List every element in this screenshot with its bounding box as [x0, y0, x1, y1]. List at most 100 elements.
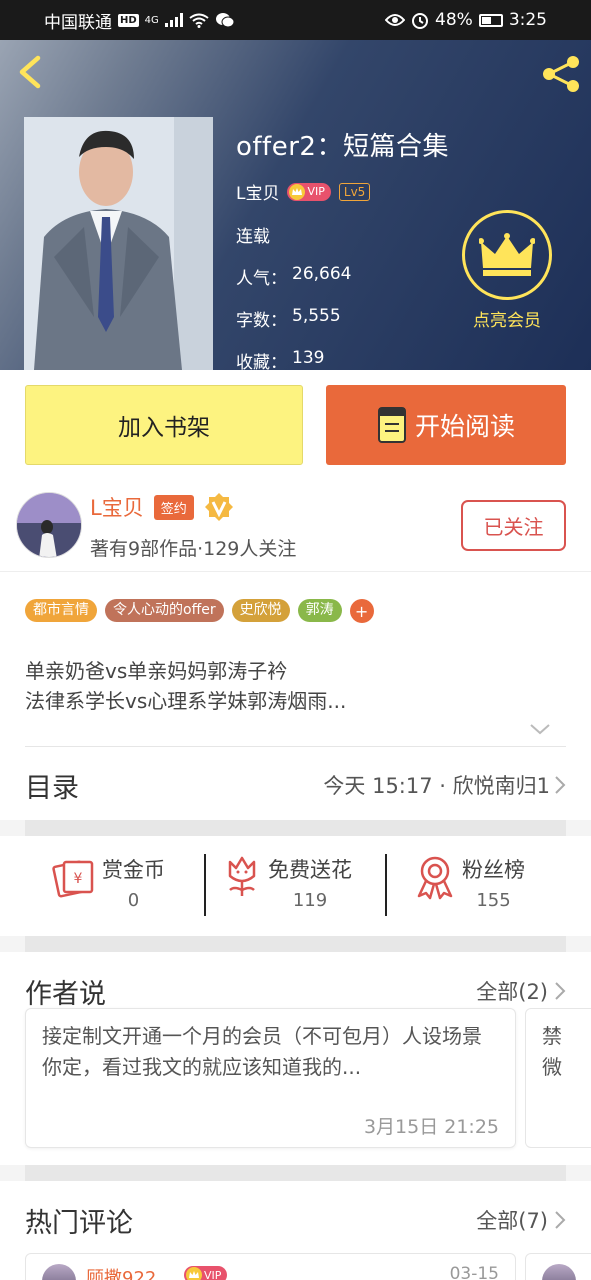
author-name[interactable]: L宝贝: [236, 179, 279, 204]
catalog-row[interactable]: 目录 今天 15:17 · 欣悦南归1: [0, 746, 591, 820]
medal-icon: [417, 856, 453, 900]
author-card-name[interactable]: L宝贝: [90, 492, 144, 522]
tag-chip[interactable]: 令人心动的offer: [105, 599, 224, 622]
chevron-right-icon: [555, 982, 566, 1000]
book-title: offer2：短篇合集: [236, 132, 449, 162]
vip-label: VIP: [204, 1268, 222, 1280]
share-icon[interactable]: [539, 52, 583, 96]
hot-comments-title: 热门评论: [25, 1208, 133, 1239]
tag-list: 都市言情 令人心动的offer 史欣悦 郭涛 +: [25, 599, 374, 623]
divider: [25, 746, 566, 747]
author-card: L宝贝 签约 著有9部作品·129人关注 已关注: [0, 478, 591, 571]
author-says-more[interactable]: 全部(2): [476, 976, 566, 1006]
flower-icon: [228, 856, 256, 896]
commenter-avatar[interactable]: [542, 1264, 576, 1280]
author-note-card[interactable]: 禁 微: [525, 1008, 591, 1148]
signal-icon: [164, 13, 183, 27]
stat-popularity: 人气： 26,664: [236, 264, 449, 289]
gift-label: 赏金币: [102, 858, 165, 882]
member-button[interactable]: 点亮会员: [462, 210, 552, 331]
crown-icon: [289, 183, 306, 200]
gift-value: 0: [127, 890, 140, 911]
network-label: 4G: [144, 14, 159, 26]
stat-label: 人气：: [236, 269, 287, 289]
author-avatar[interactable]: [16, 492, 82, 558]
section-divider: [25, 936, 566, 952]
action-bar: 加入书架 开始阅读: [0, 370, 591, 478]
member-label: 点亮会员: [473, 311, 541, 331]
send-flower-button[interactable]: 免费送花 119: [222, 854, 352, 911]
commenter-name[interactable]: 顾撒922: [86, 1264, 156, 1280]
gift-value: 119: [292, 890, 328, 911]
comment-card[interactable]: 顾撒922 VIP 03-15: [25, 1253, 516, 1280]
add-tag-button[interactable]: +: [349, 599, 374, 623]
verified-icon: [204, 493, 233, 521]
latest-chapter[interactable]: 今天 15:17 · 欣悦南归1: [323, 770, 566, 800]
start-reading-label: 开始阅读: [414, 412, 515, 441]
alarm-icon: [412, 13, 429, 29]
stat-value: 139: [292, 348, 325, 368]
book-intro[interactable]: 单亲奶爸vs单亲妈妈郭涛子衿 法律系学长vs心理系学妹郭涛烟雨...: [25, 656, 346, 716]
stat-label: 收藏：: [236, 353, 287, 370]
book-info: offer2：短篇合集 L宝贝 VIP Lv5 连载 人气： 26,664 字数：…: [236, 126, 449, 370]
tag-chip[interactable]: 史欣悦: [231, 599, 290, 622]
crown-icon: [186, 1267, 202, 1280]
author-says-title: 作者说: [25, 979, 106, 1010]
stat-label: 字数：: [236, 311, 287, 331]
vip-badge: VIP: [287, 182, 331, 201]
carrier-label: 中国联通: [44, 12, 112, 33]
crown-icon: [479, 233, 535, 276]
fan-rank-button[interactable]: 粉丝榜 155: [414, 854, 525, 911]
wechat-icon: [215, 13, 235, 28]
stat-value: 26,664: [292, 264, 352, 284]
author-note-time: 3月15日 21:25: [363, 1116, 499, 1138]
battery-percent: 48%: [435, 10, 473, 30]
signed-badge: 签约: [153, 494, 194, 520]
member-circle: [462, 210, 552, 300]
gift-label: 免费送花: [268, 858, 352, 882]
more-label: 全部(7): [476, 1209, 548, 1233]
gift-value: 155: [476, 890, 511, 911]
stat-wordcount: 字数： 5,555: [236, 306, 449, 331]
commenter-avatar[interactable]: [42, 1264, 76, 1280]
hot-comments-more[interactable]: 全部(7): [476, 1205, 566, 1235]
serial-status: 连载: [236, 227, 270, 247]
author-note-text: 禁 微: [542, 1024, 562, 1079]
comment-card[interactable]: [525, 1253, 591, 1280]
follow-label: 已关注: [483, 515, 544, 539]
gift-label: 粉丝榜: [462, 858, 525, 882]
follow-button[interactable]: 已关注: [461, 500, 566, 551]
tags-intro-section: 都市言情 令人心动的offer 史欣悦 郭涛 + 单亲奶爸vs单亲妈妈郭涛子衿 …: [0, 571, 591, 746]
start-reading-button[interactable]: 开始阅读: [326, 385, 566, 465]
gift-row: ¥ 赏金币 0 免费送花 119 粉丝榜 155: [0, 836, 591, 936]
avatar-image: [17, 493, 81, 557]
status-bar: 中国联通 HD 4G 48% 3:25: [0, 0, 591, 40]
author-says-section: 作者说 全部(2) 接定制文开通一个月的会员（不可包月）人设场景你定，看过我文的…: [0, 952, 591, 1165]
author-row: L宝贝 VIP Lv5: [236, 179, 449, 204]
book-icon: [377, 407, 406, 443]
section-divider: [25, 1165, 566, 1181]
coin-icon: ¥: [52, 860, 94, 898]
chevron-right-icon: [555, 776, 566, 794]
book-cover[interactable]: [24, 117, 213, 370]
hot-comments-section: 热门评论 全部(7) 顾撒922 VIP 03-15: [0, 1181, 591, 1280]
catalog-title: 目录: [25, 773, 79, 804]
battery-icon: [478, 13, 503, 27]
tag-chip[interactable]: 郭涛: [297, 599, 342, 622]
author-name-row: L宝贝 签约: [90, 492, 234, 522]
back-icon[interactable]: [12, 52, 52, 92]
tag-chip[interactable]: 都市言情: [25, 599, 97, 622]
chevron-right-icon: [555, 1211, 566, 1229]
svg-text:¥: ¥: [74, 871, 83, 887]
vip-badge: VIP: [184, 1266, 228, 1280]
divider: [204, 854, 206, 916]
chevron-down-icon[interactable]: [529, 722, 551, 736]
reward-coin-button[interactable]: ¥ 赏金币 0: [52, 854, 165, 911]
vip-label: VIP: [307, 185, 325, 198]
author-note-card[interactable]: 接定制文开通一个月的会员（不可包月）人设场景你定，看过我文的就应该知道我的...…: [25, 1008, 516, 1148]
author-summary: 著有9部作品·129人关注: [90, 538, 297, 560]
add-to-shelf-button[interactable]: 加入书架: [25, 385, 303, 465]
comment-date: 03-15: [449, 1264, 499, 1280]
hd-badge: HD: [118, 13, 139, 27]
divider: [385, 854, 387, 916]
